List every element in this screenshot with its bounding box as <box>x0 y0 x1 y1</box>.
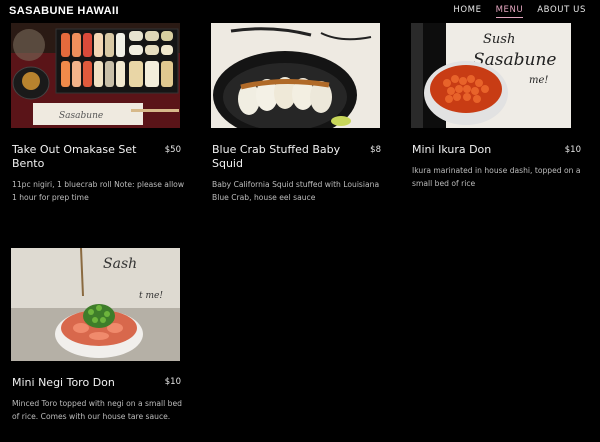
item-price: $10 <box>564 145 581 155</box>
item-price: $10 <box>164 377 181 387</box>
svg-text:Sush: Sush <box>483 32 515 47</box>
svg-text:Sasabune: Sasabune <box>59 111 103 121</box>
item-name: Blue Crab Stuffed Baby Squid <box>212 143 341 170</box>
menu-item-card[interactable]: Blue Crab Stuffed Baby Squid $8 Baby Cal… <box>211 23 386 202</box>
toro-photo: Sash t me! <box>11 248 180 361</box>
nav-home[interactable]: HOME <box>453 5 481 18</box>
squid-photo <box>211 23 380 128</box>
menu-item-card[interactable]: Sush Sasabune me! Mini Ikura Don $10 Iku… <box>411 23 586 188</box>
nav-menu[interactable]: MENU <box>495 5 524 18</box>
item-description: 11pc nigiri, 1 bluecrab roll Note: pleas… <box>12 180 185 202</box>
item-name: Mini Ikura Don <box>412 143 492 156</box>
main-nav: HOME MENU ABOUT US <box>453 5 586 18</box>
item-price: $50 <box>164 145 181 155</box>
item-description: Baby California Squid stuffed with Louis… <box>212 180 380 202</box>
svg-text:Sash: Sash <box>103 256 137 272</box>
item-description: Minced Toro topped with negi on a small … <box>12 399 182 421</box>
svg-text:me!: me! <box>529 75 548 86</box>
menu-item-card[interactable]: Sasabune Take Out Omakase Set Bento $50 … <box>11 23 186 202</box>
item-name: Take Out Omakase Set Bento <box>12 143 137 170</box>
nav-about-us[interactable]: ABOUT US <box>537 5 586 18</box>
item-price: $8 <box>370 145 381 155</box>
top-navigation-bar: SASABUNE HAWAII HOME MENU ABOUT US <box>0 0 600 24</box>
item-name: Mini Negi Toro Don <box>12 376 115 389</box>
item-description: Ikura marinated in house dashi, topped o… <box>412 166 581 188</box>
menu-item-card[interactable]: Sash t me! Mini Negi Toro Don $10 Minced… <box>11 248 186 421</box>
bento-photo: Sasabune <box>11 23 180 128</box>
ikura-photo: Sush Sasabune me! <box>411 23 571 128</box>
svg-text:t me!: t me! <box>139 291 163 301</box>
site-brand[interactable]: SASABUNE HAWAII <box>9 5 119 17</box>
